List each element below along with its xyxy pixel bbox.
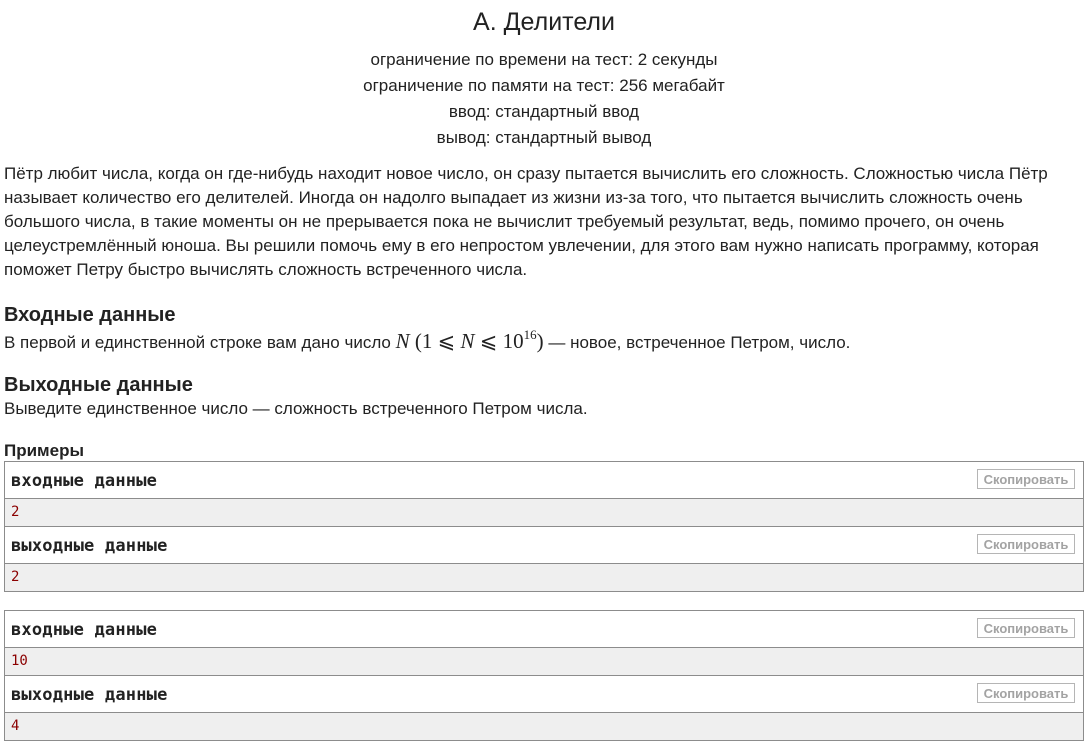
formula-var-n: N: [395, 329, 410, 353]
example-2-input-header: входные данные Скопировать: [5, 611, 1083, 647]
input-file: ввод: стандартный ввод: [448, 102, 640, 121]
copy-output-button[interactable]: Скопировать: [977, 534, 1075, 554]
example-2-output-header: выходные данные Скопировать: [5, 675, 1083, 712]
formula-close: ): [536, 329, 544, 353]
formula-le: ⩽ 10: [479, 329, 524, 353]
example-1-input-header: входные данные Скопировать: [5, 462, 1083, 498]
input-spec-title: Входные данные: [4, 304, 176, 326]
examples-title: Примеры: [4, 441, 84, 460]
memory-limit: ограничение по памяти на тест: 256 мегаб…: [363, 76, 725, 95]
input-spec-text: В первой и единственной строке вам дано …: [4, 327, 1088, 355]
problem-header: A. Делители ограничение по времени на те…: [0, 0, 1088, 151]
output-spec-text: Выведите единственное число — сложность …: [4, 399, 588, 418]
formula-open: (1 ⩽: [414, 329, 456, 353]
output-spec-title: Выходные данные: [4, 374, 193, 396]
example-1: входные данные Скопировать 2 выходные да…: [4, 461, 1084, 592]
time-limit: ограничение по времени на тест: 2 секунд…: [370, 50, 718, 69]
example-2-input[interactable]: 10: [5, 647, 1083, 675]
problem-legend: Пётр любит числа, когда он где-нибудь на…: [4, 164, 1048, 279]
output-label: выходные данные: [11, 685, 168, 705]
input-label: входные данные: [11, 620, 158, 640]
formula-var-n2: N: [460, 329, 475, 353]
problem-limits: ограничение по времени на тест: 2 секунд…: [0, 47, 1088, 151]
example-1-input[interactable]: 2: [5, 498, 1083, 526]
formula-exponent: 16: [523, 327, 537, 342]
example-1-output-header: выходные данные Скопировать: [5, 526, 1083, 563]
output-file: вывод: стандартный вывод: [436, 128, 652, 147]
copy-input-button[interactable]: Скопировать: [977, 618, 1075, 638]
input-spec-formula: N (1 ⩽ N ⩽ 1016): [395, 327, 544, 353]
copy-output-button[interactable]: Скопировать: [977, 683, 1075, 703]
input-spec-text-after: — новое, встреченное Петром, число.: [548, 333, 851, 352]
example-2-output[interactable]: 4: [5, 712, 1083, 740]
problem-title: A. Делители: [473, 8, 615, 36]
example-2: входные данные Скопировать 10 выходные д…: [4, 610, 1084, 741]
example-1-output[interactable]: 2: [5, 563, 1083, 591]
copy-input-button[interactable]: Скопировать: [977, 469, 1075, 489]
input-spec-text-before: В первой и единственной строке вам дано …: [4, 333, 391, 352]
output-label: выходные данные: [11, 536, 168, 556]
input-label: входные данные: [11, 471, 158, 491]
